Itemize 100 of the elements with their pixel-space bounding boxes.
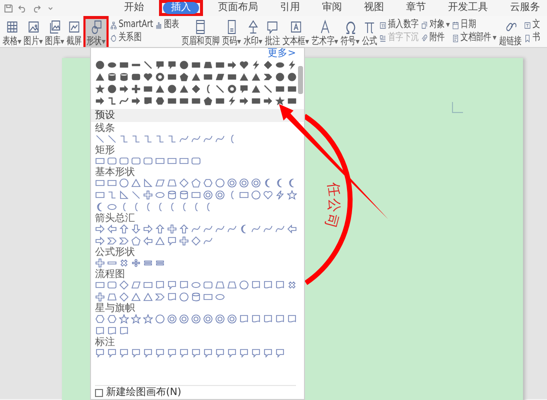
ribbon-tab[interactable]: 云服务 — [507, 2, 543, 14]
ribbon-button[interactable]: 关系图 — [109, 32, 154, 44]
circle-icon[interactable] — [179, 292, 189, 302]
diamond-icon[interactable] — [191, 236, 201, 246]
save-icon[interactable] — [4, 4, 13, 12]
star-icon[interactable] — [287, 190, 297, 200]
rectangle-icon[interactable] — [215, 96, 225, 106]
up-arrow-icon[interactable] — [119, 224, 129, 234]
triangle-icon[interactable] — [131, 178, 141, 188]
left-arrow-icon[interactable] — [287, 224, 297, 234]
line-icon[interactable] — [215, 84, 225, 94]
donut-icon[interactable] — [167, 314, 177, 324]
right-arrow-icon[interactable] — [227, 60, 237, 70]
star-icon[interactable] — [275, 96, 285, 106]
plus-icon[interactable] — [131, 84, 141, 94]
scrollbar-thumb[interactable] — [298, 66, 303, 94]
plus-icon[interactable] — [95, 292, 105, 302]
circle-icon[interactable] — [155, 314, 165, 324]
ribbon-button[interactable]: 页眉和页脚 — [180, 19, 220, 47]
ribbon-button[interactable]: 插入数字 — [378, 19, 420, 31]
pentagon-icon[interactable] — [203, 96, 213, 106]
star-icon[interactable] — [131, 314, 141, 324]
curve-icon[interactable] — [119, 96, 129, 106]
heart-icon[interactable] — [143, 72, 153, 82]
chevron-icon[interactable] — [263, 72, 273, 82]
donut-icon[interactable] — [203, 314, 213, 324]
donut-icon[interactable] — [215, 190, 225, 200]
star-icon[interactable] — [143, 314, 153, 324]
rectangle-icon[interactable] — [119, 60, 129, 70]
ribbon-button[interactable]: 形状 — [86, 19, 106, 47]
donut-icon[interactable] — [227, 314, 237, 324]
cylinder-icon[interactable] — [179, 190, 189, 200]
chevron-icon[interactable] — [155, 292, 165, 302]
right-arrow-icon[interactable] — [239, 96, 249, 106]
ribbon-button[interactable]: 艺术字 — [310, 19, 339, 47]
ribbon-tab[interactable]: 视图 — [361, 2, 387, 14]
circle-icon[interactable] — [167, 84, 177, 94]
donut-icon[interactable] — [179, 314, 189, 324]
circle-icon[interactable] — [95, 60, 105, 70]
rectangle-icon[interactable] — [251, 96, 261, 106]
ribbon-tab[interactable]: 章节 — [403, 2, 429, 14]
cylinder-icon[interactable] — [191, 292, 201, 302]
lightning-icon[interactable] — [227, 96, 237, 106]
plus-icon[interactable] — [167, 224, 177, 234]
circle-icon[interactable] — [287, 72, 297, 82]
redo-icon[interactable] — [32, 4, 41, 12]
donut-icon[interactable] — [227, 84, 237, 94]
donut-icon[interactable] — [227, 178, 237, 188]
ribbon-button[interactable]: 图表 — [154, 19, 180, 31]
multiply-icon[interactable] — [287, 280, 297, 290]
ribbon-button[interactable]: 超链接 — [498, 19, 523, 47]
star-icon[interactable] — [95, 84, 105, 94]
ribbon-button[interactable]: SmartArt — [109, 19, 154, 31]
ribbon-button[interactable]: 书 — [523, 32, 541, 44]
undo-icon[interactable] — [18, 4, 27, 12]
elbow-connector-icon[interactable] — [107, 96, 117, 106]
lightning-icon[interactable] — [287, 60, 297, 70]
rectangle-icon[interactable] — [143, 84, 153, 94]
ribbon-tab[interactable]: 页面布局 — [215, 2, 261, 14]
plus-icon[interactable] — [95, 258, 105, 268]
right-triangle-icon[interactable] — [143, 178, 153, 188]
ribbon-button[interactable]: 批注 — [264, 19, 281, 47]
line-icon[interactable] — [131, 190, 141, 200]
donut-icon[interactable] — [239, 178, 249, 188]
cylinder-icon[interactable] — [167, 190, 177, 200]
ribbon-button[interactable]: 图库 — [44, 19, 66, 47]
line-icon[interactable] — [263, 84, 273, 94]
donut-icon[interactable] — [203, 190, 213, 200]
circle-icon[interactable] — [107, 84, 117, 94]
speech-bubble-icon[interactable] — [167, 236, 177, 246]
triangle-icon[interactable] — [95, 72, 105, 82]
speech-bubble-icon[interactable] — [167, 280, 177, 290]
ribbon-button[interactable]: 符号 — [340, 19, 360, 47]
left-arrow-icon[interactable] — [107, 224, 117, 234]
trapezoid-icon[interactable] — [107, 292, 117, 302]
ribbon-button[interactable]: 文 — [523, 19, 541, 31]
hexagon-icon[interactable] — [155, 96, 165, 106]
heart-icon[interactable] — [263, 190, 273, 200]
ribbon-button[interactable]: 公式 — [361, 19, 378, 47]
speech-bubble-icon[interactable] — [239, 84, 249, 94]
donut-icon[interactable] — [215, 314, 225, 324]
pentagon-icon[interactable] — [179, 72, 189, 82]
up-arrow-icon[interactable] — [179, 224, 189, 234]
right-arrow-icon[interactable] — [95, 96, 105, 106]
ribbon-tab[interactable]: 开发工具 — [445, 2, 491, 14]
right-arrow-icon[interactable] — [263, 96, 273, 106]
rectangle-icon[interactable] — [167, 72, 177, 82]
ribbon-tab[interactable]: 开始 — [121, 2, 147, 14]
ribbon-button[interactable]: 页码 — [221, 19, 242, 47]
divide-icon[interactable] — [131, 258, 141, 268]
ribbon-tab[interactable]: 引用 — [277, 2, 303, 14]
diamond-icon[interactable] — [179, 178, 189, 188]
triangle-icon[interactable] — [155, 236, 165, 246]
ribbon-button[interactable]: 表格 — [2, 19, 22, 47]
plus-icon[interactable] — [143, 190, 153, 200]
line-icon[interactable] — [143, 60, 153, 70]
left-arrow-icon[interactable] — [143, 236, 153, 246]
multiply-icon[interactable] — [119, 258, 129, 268]
triangle-icon[interactable] — [155, 84, 165, 94]
ribbon-button[interactable]: 截屏 — [66, 19, 83, 47]
